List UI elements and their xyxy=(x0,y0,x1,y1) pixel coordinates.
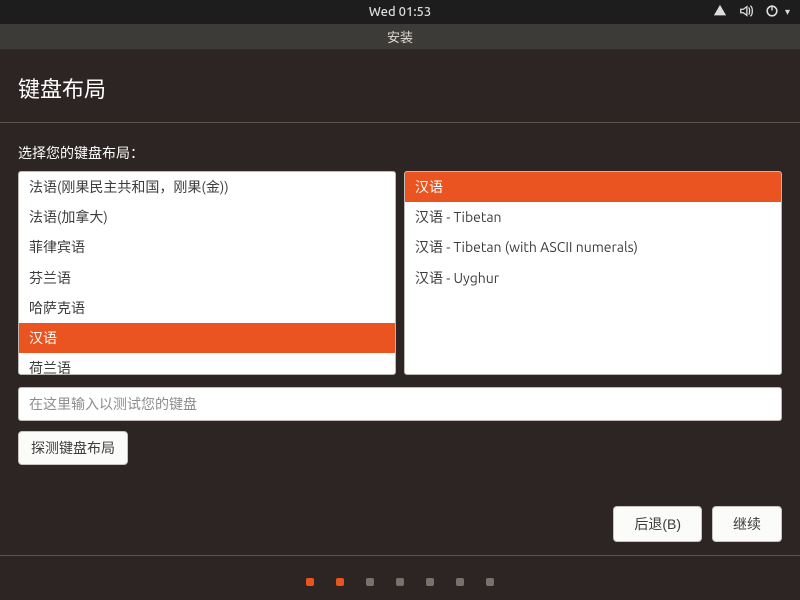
layout-row[interactable]: 法语(加拿大) xyxy=(19,202,395,232)
window-titlebar: 安装 xyxy=(0,24,800,50)
layout-row[interactable]: 芬兰语 xyxy=(19,263,395,293)
installer-content: 键盘布局 选择您的键盘布局： 法语(刚果民主共和国，刚果(金))法语(加拿大)菲… xyxy=(0,50,800,465)
volume-icon[interactable] xyxy=(739,4,753,21)
progress-dot xyxy=(426,578,434,586)
keyboard-test-input[interactable] xyxy=(18,387,782,421)
heading-divider xyxy=(0,122,800,123)
variant-row[interactable]: 汉语 - Uyghur xyxy=(405,263,781,293)
layout-row[interactable]: 汉语 xyxy=(19,323,395,353)
continue-button[interactable]: 继续 xyxy=(712,506,782,542)
progress-dot xyxy=(396,578,404,586)
window-title: 安装 xyxy=(387,27,413,46)
back-button[interactable]: 后退(B) xyxy=(613,506,702,542)
power-icon[interactable] xyxy=(765,4,779,21)
progress-dot xyxy=(366,578,374,586)
footer-divider xyxy=(0,555,800,556)
progress-dots xyxy=(0,578,800,586)
progress-dot xyxy=(306,578,314,586)
tray-menu-arrow-icon[interactable]: ▾ xyxy=(785,6,790,18)
variant-row[interactable]: 汉语 - Tibetan (with ASCII numerals) xyxy=(405,232,781,262)
progress-dot xyxy=(456,578,464,586)
progress-dot xyxy=(336,578,344,586)
system-topbar: Wed 01:53 ▾ xyxy=(0,0,800,24)
layout-row[interactable]: 哈萨克语 xyxy=(19,293,395,323)
layout-prompt: 选择您的键盘布局： xyxy=(18,143,782,163)
network-icon[interactable] xyxy=(713,4,727,21)
clock: Wed 01:53 xyxy=(369,5,431,19)
progress-dot xyxy=(486,578,494,586)
layout-lists: 法语(刚果民主共和国，刚果(金))法语(加拿大)菲律宾语芬兰语哈萨克语汉语荷兰语… xyxy=(18,171,782,375)
page-heading: 键盘布局 xyxy=(18,72,782,104)
variant-row[interactable]: 汉语 - Tibetan xyxy=(405,202,781,232)
variants-listbox[interactable]: 汉语汉语 - Tibetan汉语 - Tibetan (with ASCII n… xyxy=(404,171,782,375)
system-tray: ▾ xyxy=(713,0,790,24)
layout-row[interactable]: 法语(刚果民主共和国，刚果(金)) xyxy=(19,172,395,202)
layouts-listbox[interactable]: 法语(刚果民主共和国，刚果(金))法语(加拿大)菲律宾语芬兰语哈萨克语汉语荷兰语 xyxy=(18,171,396,375)
detect-layout-button[interactable]: 探测键盘布局 xyxy=(18,431,128,465)
wizard-actions: 后退(B) 继续 xyxy=(613,506,782,542)
layout-row[interactable]: 荷兰语 xyxy=(19,353,395,375)
variant-row[interactable]: 汉语 xyxy=(405,172,781,202)
layout-row[interactable]: 菲律宾语 xyxy=(19,232,395,262)
